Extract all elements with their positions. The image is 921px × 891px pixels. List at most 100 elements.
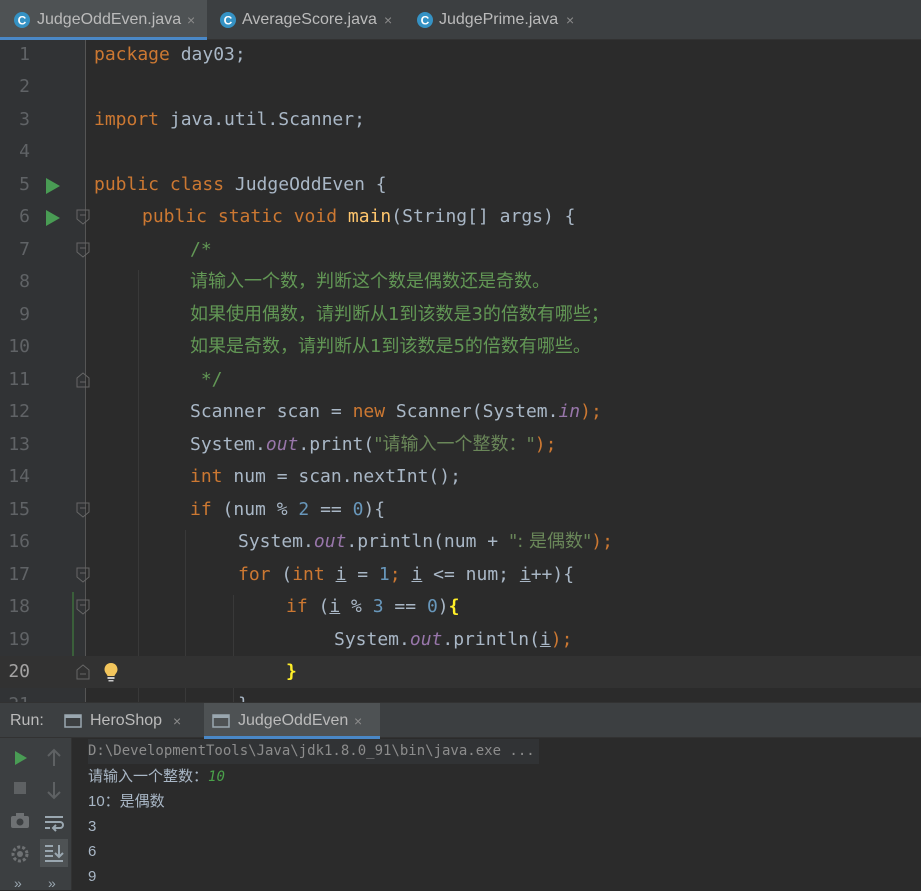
code-line: 10 如果是奇数，请判断从1到该数是5的倍数有哪些。: [0, 331, 921, 363]
code-text: public static void main(String[] args) {: [142, 206, 576, 227]
console-user-input: 10: [208, 769, 225, 785]
console-line: 3: [88, 818, 97, 835]
code-text: }: [238, 689, 249, 702]
run-tab-heroshop[interactable]: HeroShop ×: [56, 703, 198, 739]
close-icon[interactable]: ×: [566, 0, 574, 40]
line-number: 14: [8, 466, 30, 487]
fold-icon[interactable]: [76, 664, 90, 680]
tab-label: JudgeOddEven.java: [37, 11, 182, 28]
line-number: 12: [8, 401, 30, 422]
code-text: }: [286, 661, 297, 682]
code-text: public class JudgeOddEven {: [94, 174, 387, 195]
line-number: 11: [8, 369, 30, 390]
svg-text:C: C: [421, 14, 430, 28]
console-line: 请输入一个整数：10: [88, 768, 225, 785]
close-icon[interactable]: ×: [354, 703, 362, 739]
run-tab-judgeoddeven[interactable]: JudgeOddEven ×: [204, 703, 380, 739]
fold-icon[interactable]: [76, 372, 90, 388]
code-line: 12 Scanner scan = new Scanner(System.in)…: [0, 396, 921, 428]
line-number: 15: [8, 499, 30, 520]
line-number: 7: [19, 239, 30, 260]
more-icon[interactable]: »: [48, 876, 56, 890]
scroll-to-end-toggle[interactable]: [40, 839, 68, 867]
code-comment: */: [190, 369, 223, 390]
tab-averagescore[interactable]: C AverageScore.java ×: [207, 0, 407, 40]
console-output[interactable]: D:\DevelopmentTools\Java\jdk1.8.0_91\bin…: [88, 738, 918, 890]
settings-icon[interactable]: [8, 842, 32, 866]
line-number: 10: [8, 336, 30, 357]
fold-icon[interactable]: [76, 567, 90, 583]
console-line: 6: [88, 843, 97, 860]
code-line: 15 if (num % 2 == 0){: [0, 494, 921, 526]
code-line: 4: [0, 136, 921, 168]
fold-icon[interactable]: [76, 209, 90, 225]
code-line: 19 System.out.println(i);: [0, 624, 921, 656]
line-number: 8: [19, 271, 30, 292]
fold-icon[interactable]: [76, 599, 90, 615]
code-text: Scanner scan = new Scanner(System.in);: [190, 401, 602, 422]
code-line: 14 int num = scan.nextInt();: [0, 461, 921, 493]
code-line: 6 public static void main(String[] args)…: [0, 201, 921, 233]
run-toolbar: » »: [0, 738, 72, 890]
run-gutter-icon[interactable]: [46, 178, 60, 194]
close-icon[interactable]: ×: [384, 0, 392, 40]
java-class-icon: C: [14, 12, 30, 28]
line-number: 19: [8, 629, 30, 650]
line-number: 20: [8, 661, 30, 682]
svg-text:C: C: [18, 14, 27, 28]
fold-icon[interactable]: [76, 242, 90, 258]
line-number: 9: [19, 304, 30, 325]
tab-judgeprime[interactable]: C JudgePrime.java ×: [407, 0, 592, 40]
line-number: 6: [19, 206, 30, 227]
up-arrow-icon[interactable]: [42, 746, 66, 770]
line-number: 1: [19, 44, 30, 65]
code-line: 11 */: [0, 364, 921, 396]
code-line: 9 如果使用偶数，请判断从1到该数是3的倍数有哪些；: [0, 299, 921, 331]
soft-wrap-icon[interactable]: [42, 810, 66, 834]
code-comment: 如果是奇数，请判断从1到该数是5的倍数有哪些。: [190, 336, 591, 357]
code-line: 18 if (i % 3 == 0){: [0, 591, 921, 623]
code-text: System.out.println(i);: [334, 629, 573, 650]
code-line: 21 }: [0, 689, 921, 702]
code-line: 5 public class JudgeOddEven {: [0, 169, 921, 201]
lightbulb-icon[interactable]: [103, 662, 119, 682]
down-arrow-icon[interactable]: [42, 778, 66, 802]
run-panel: Run: HeroShop × JudgeOddEven × » » D:\De…: [0, 702, 921, 890]
line-number: 18: [8, 596, 30, 617]
console-line: 10：是偶数: [88, 793, 165, 810]
close-icon[interactable]: ×: [187, 0, 195, 40]
line-number: 5: [19, 174, 30, 195]
line-number: 13: [8, 434, 30, 455]
code-comment: /*: [190, 239, 212, 260]
line-number: 16: [8, 531, 30, 552]
console-icon: [212, 714, 230, 728]
run-tab-label: JudgeOddEven: [238, 712, 349, 729]
code-text: if (i % 3 == 0){: [286, 596, 460, 617]
close-icon[interactable]: ×: [173, 703, 181, 739]
code-text: int num = scan.nextInt();: [190, 466, 461, 487]
run-tab-label: HeroShop: [90, 712, 163, 729]
code-comment: 请输入一个数，判断这个数是偶数还是奇数。: [190, 271, 550, 292]
code-line: 13 System.out.print("请输入一个整数：");: [0, 429, 921, 461]
editor-tab-bar: C JudgeOddEven.java × C AverageScore.jav…: [0, 0, 921, 40]
tab-judgeoddeven[interactable]: C JudgeOddEven.java ×: [0, 0, 207, 40]
run-label: Run:: [10, 712, 44, 729]
run-gutter-icon[interactable]: [46, 210, 60, 226]
console-command: D:\DevelopmentTools\Java\jdk1.8.0_91\bin…: [88, 739, 539, 764]
console-icon: [64, 714, 82, 728]
stop-icon[interactable]: [8, 776, 32, 800]
tab-label: JudgePrime.java: [439, 11, 559, 28]
code-editor[interactable]: 1 package day03; 2 3 import java.util.Sc…: [0, 40, 921, 702]
rerun-icon[interactable]: [8, 746, 32, 770]
camera-icon[interactable]: [8, 808, 32, 832]
code-text: System.out.println(num + ": 是偶数");: [238, 531, 613, 552]
code-text: if (num % 2 == 0){: [190, 499, 386, 520]
code-text: for (int i = 1; i <= num; i++){: [238, 564, 575, 585]
more-icon[interactable]: »: [14, 876, 22, 890]
code-text: System.out.print("请输入一个整数：");: [190, 434, 557, 455]
svg-text:C: C: [224, 14, 233, 28]
code-line: 3 import java.util.Scanner;: [0, 104, 921, 136]
fold-icon[interactable]: [76, 502, 90, 518]
line-number: 3: [19, 109, 30, 130]
java-class-icon: C: [220, 12, 236, 28]
